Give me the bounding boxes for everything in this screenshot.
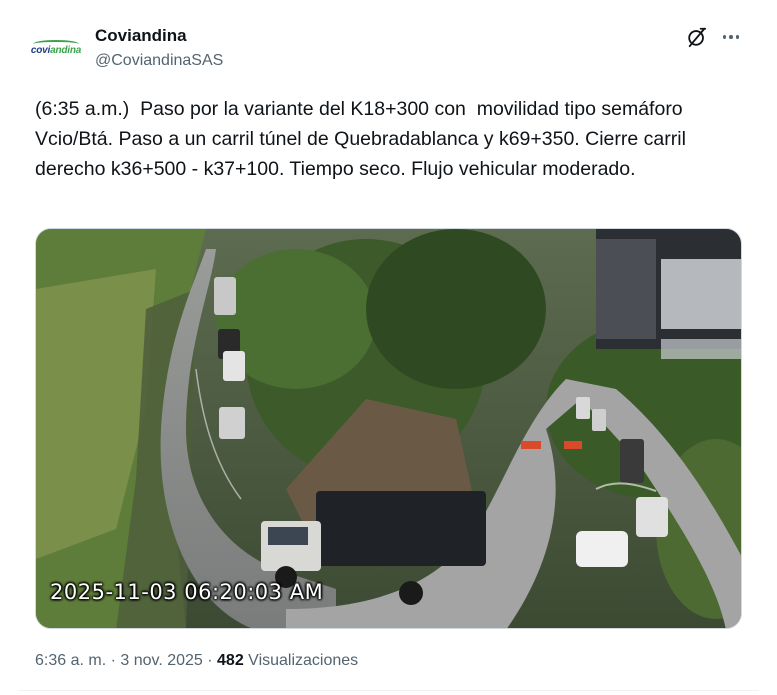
views-count: 482: [217, 652, 244, 669]
post-meta: 6:36 a. m. · 3 nov. 2025 · 482 Visualiza…: [35, 652, 358, 670]
post-card[interactable]: coviandina Coviandina @CoviandinaSAS (6:…: [0, 0, 777, 695]
divider: [18, 690, 759, 691]
views-label: Visualizaciones: [243, 652, 359, 669]
coviandina-logo: coviandina: [31, 39, 81, 56]
post-date[interactable]: 3 nov. 2025: [120, 652, 202, 669]
traffic-camera-image: [36, 229, 741, 628]
grok-icon[interactable]: [686, 26, 708, 48]
camera-timestamp: 2025-11-03 06:20:03 AM: [50, 580, 324, 604]
author-avatar[interactable]: coviandina: [31, 25, 81, 75]
meta-separator: ·: [106, 652, 121, 669]
author-name[interactable]: Coviandina: [95, 26, 187, 46]
post-image[interactable]: 2025-11-03 06:20:03 AM: [35, 228, 742, 629]
post-time[interactable]: 6:36 a. m.: [35, 652, 106, 669]
post-text: (6:35 a.m.) Paso por la variante del K18…: [35, 98, 692, 180]
more-options-icon[interactable]: [718, 26, 744, 48]
meta-separator: ·: [202, 652, 218, 669]
author-handle[interactable]: @CoviandinaSAS: [95, 52, 223, 70]
